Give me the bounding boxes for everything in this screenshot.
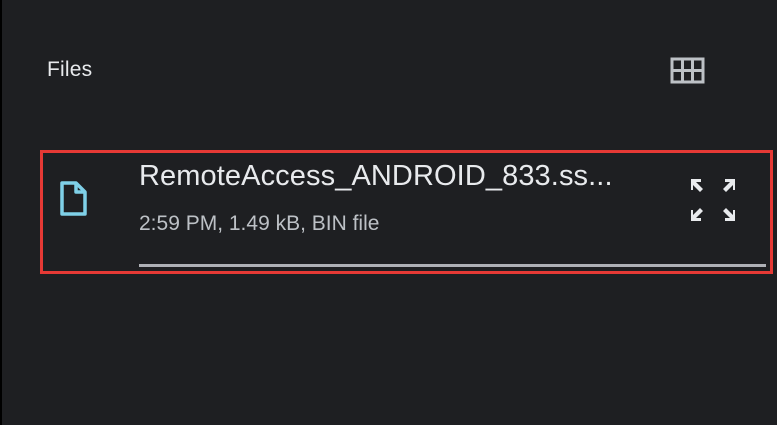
grid-view-button[interactable] bbox=[670, 56, 706, 86]
file-icon bbox=[56, 179, 90, 219]
file-meta: 2:59 PM, 1.49 kB, BIN file bbox=[139, 212, 380, 235]
open-file-button[interactable] bbox=[689, 177, 737, 223]
section-title: Files bbox=[47, 58, 93, 81]
grid-view-icon bbox=[670, 57, 705, 84]
top-edge bbox=[2, 0, 777, 3]
download-progress-bar bbox=[139, 264, 766, 267]
downloads-screen: Files RemoteAccess_ANDROID_833.ss... 2:5… bbox=[2, 0, 777, 425]
download-item-row[interactable]: RemoteAccess_ANDROID_833.ss... 2:59 PM, … bbox=[40, 150, 773, 274]
file-name[interactable]: RemoteAccess_ANDROID_833.ss... bbox=[139, 160, 613, 193]
fullscreen-expand-icon bbox=[691, 179, 735, 221]
download-progress-fill bbox=[139, 264, 766, 267]
